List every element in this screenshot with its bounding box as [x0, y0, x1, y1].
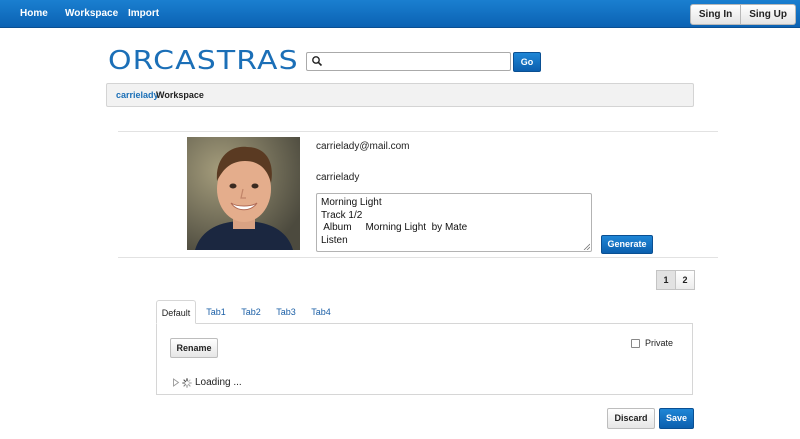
nav-home-link[interactable]: Home	[20, 0, 48, 27]
nav-import-link[interactable]: Import	[128, 0, 159, 27]
page-button-2[interactable]: 2	[676, 270, 695, 290]
sign-in-button[interactable]: Sing In	[689, 4, 742, 25]
workspace-user-link[interactable]: carrielady	[116, 84, 159, 106]
search-input[interactable]	[325, 54, 509, 70]
tab-tab4[interactable]: Tab4	[307, 300, 335, 324]
tree-expand-icon[interactable]	[172, 378, 180, 387]
private-option: Private	[631, 338, 673, 348]
tree-loading-row: Loading ...	[172, 377, 242, 388]
save-button[interactable]: Save	[659, 408, 694, 429]
private-label: Private	[645, 338, 674, 348]
bio-line: Listen	[321, 234, 348, 246]
private-checkbox[interactable]	[631, 338, 640, 348]
discard-button[interactable]: Discard	[607, 408, 655, 429]
tab-tab2[interactable]: Tab2	[237, 300, 265, 324]
rename-button[interactable]: Rename	[170, 338, 218, 358]
search-icon	[312, 56, 323, 67]
tab-panel-default: Rename Private Loading ...	[156, 323, 693, 395]
divider	[118, 131, 718, 132]
auth-button-group: Sing In Sing Up	[689, 4, 796, 25]
profile-bio-textarea[interactable]: Morning Light Track 1/2 Album Morning Li…	[316, 193, 592, 252]
page-button-1[interactable]: 1	[656, 270, 676, 290]
loading-text: Loading ...	[195, 377, 242, 388]
brand-logo[interactable]: ORCASTRAS	[108, 46, 299, 76]
bio-line: Morning Light	[321, 197, 382, 208]
divider	[118, 257, 718, 258]
profile-username: carrielady	[316, 172, 360, 183]
profile-email: carrielady@mail.com	[316, 141, 410, 152]
workspace-title-bar: carrielady Workspace	[106, 83, 694, 107]
pagination: 1 2	[656, 270, 695, 290]
tab-default[interactable]: Default	[156, 300, 196, 324]
bio-line: Album Morning Light by Mate	[321, 222, 468, 233]
top-navbar: Home Workspace Import Sing In Sing Up	[0, 0, 800, 28]
spinner-icon	[182, 377, 192, 388]
nav-workspace-link[interactable]: Workspace	[65, 0, 118, 27]
tab-tab3[interactable]: Tab3	[272, 300, 300, 324]
bio-line: Track 1/2	[321, 209, 363, 221]
tab-tab1[interactable]: Tab1	[202, 300, 230, 324]
resize-grip-icon[interactable]	[583, 243, 590, 250]
generate-button[interactable]: Generate	[601, 235, 653, 254]
search-go-button[interactable]: Go	[513, 52, 541, 72]
search-box	[306, 52, 511, 71]
avatar-portrait-image	[187, 137, 300, 250]
workspace-label: Workspace	[156, 90, 204, 100]
sign-up-button[interactable]: Sing Up	[741, 4, 796, 25]
profile-avatar	[187, 137, 300, 250]
